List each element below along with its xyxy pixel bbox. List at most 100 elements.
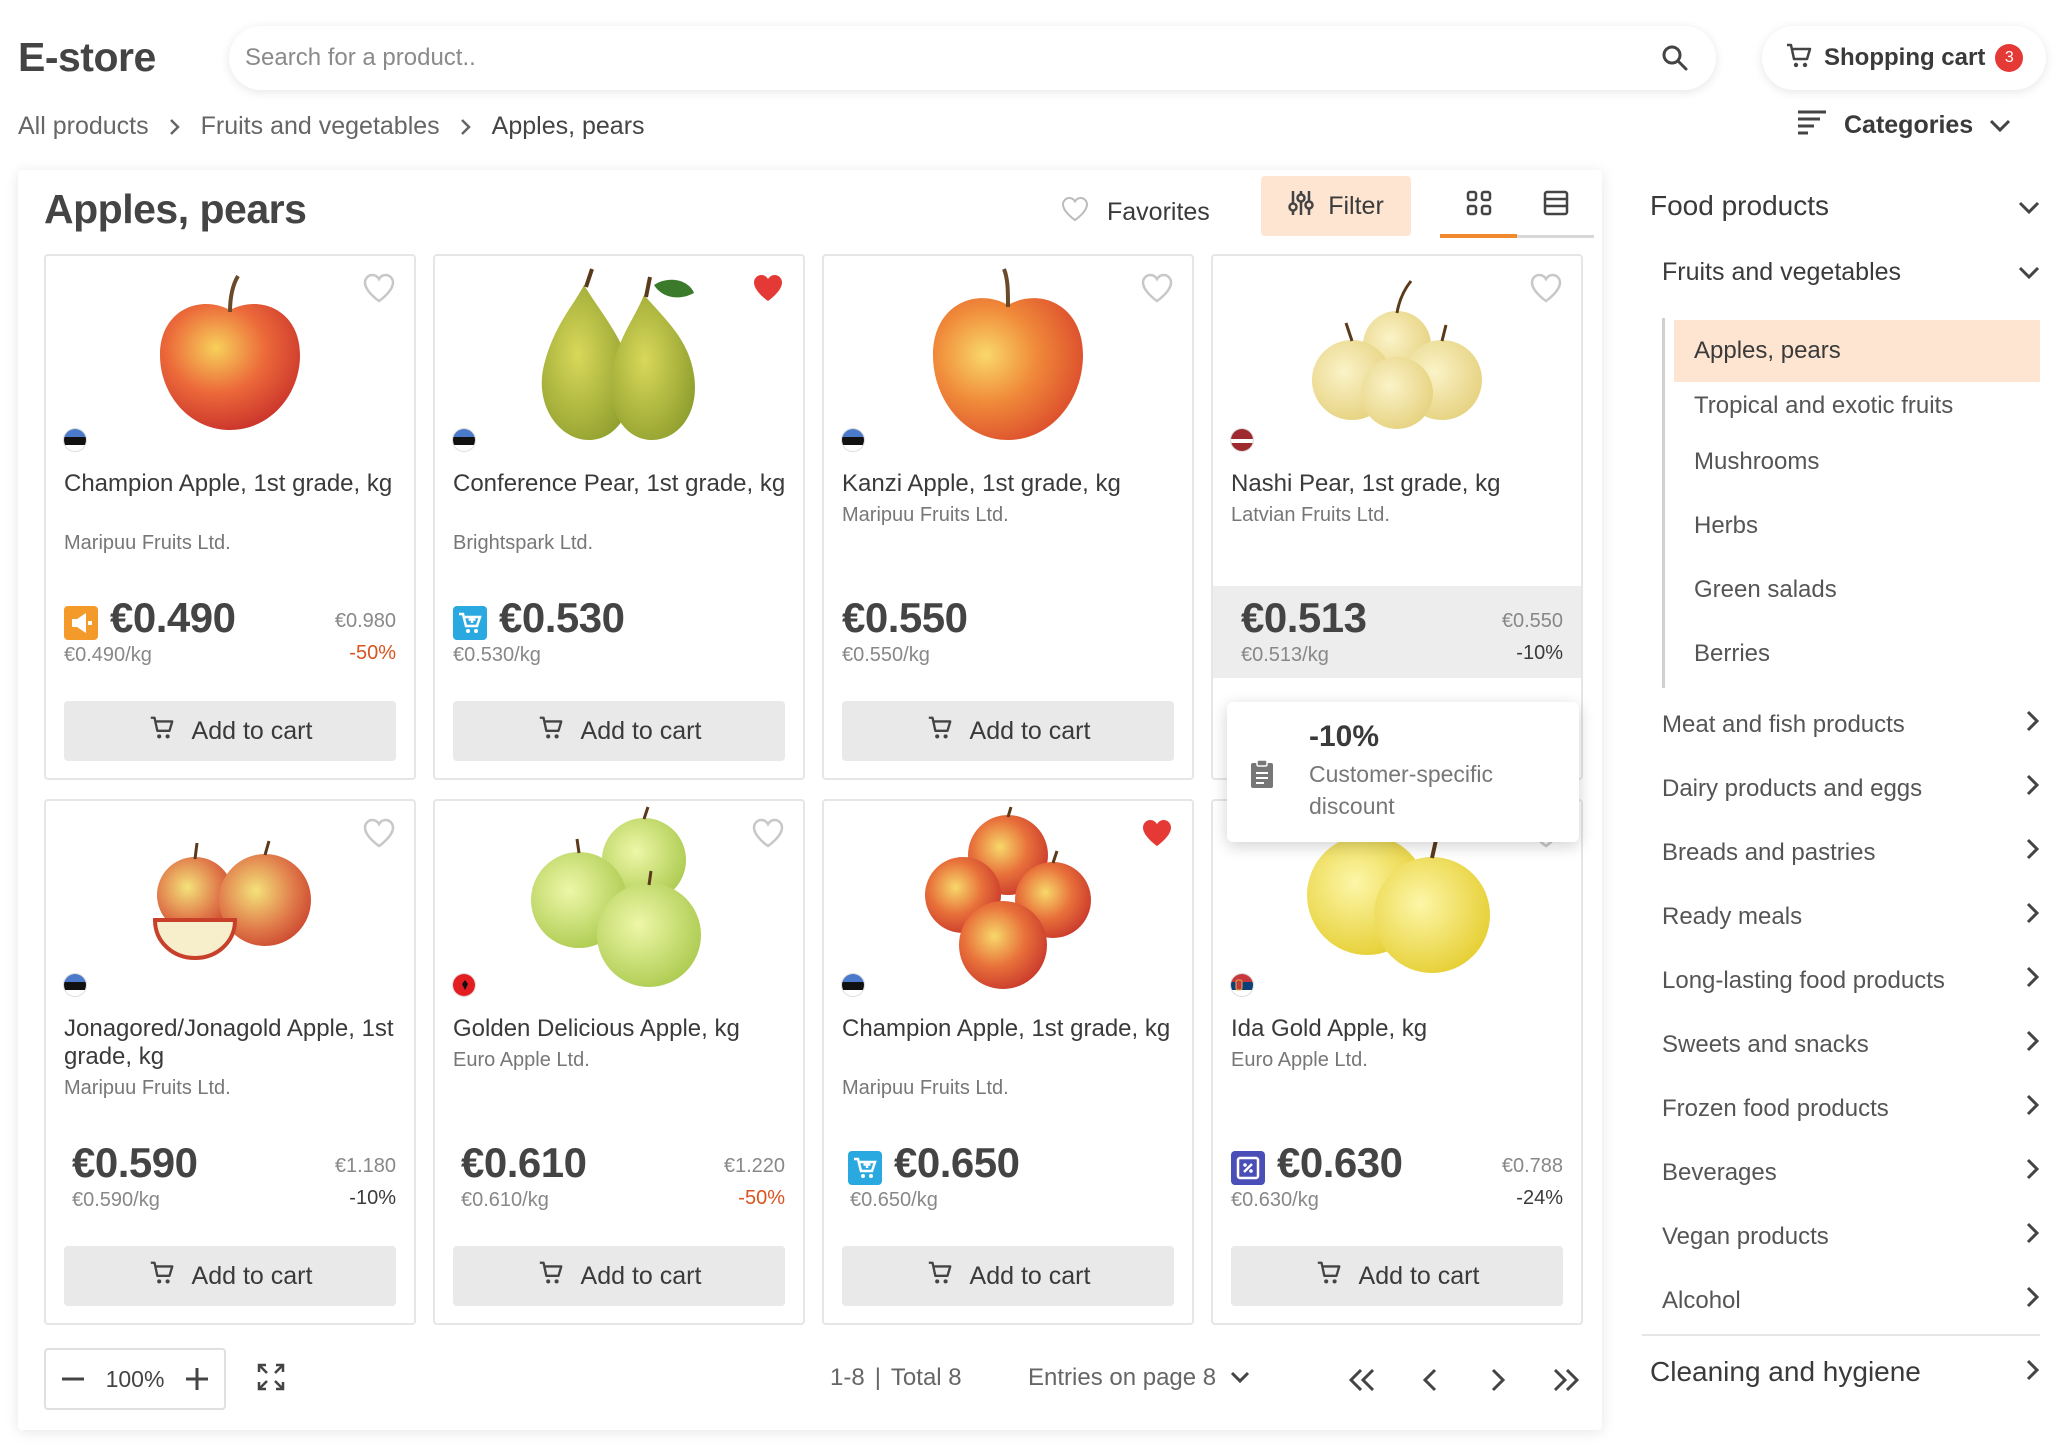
add-to-cart-button[interactable]: Add to cart xyxy=(453,1246,785,1306)
category-meat-fish[interactable]: Meat and fish products xyxy=(1662,710,2040,739)
category-frozen-food[interactable]: Frozen food products xyxy=(1662,1094,2040,1123)
category-label: Breads and pastries xyxy=(1662,838,1876,866)
flag-estonia-icon xyxy=(63,973,87,997)
discount-percent[interactable]: -10% xyxy=(1516,642,1563,665)
shopping-cart-button[interactable]: Shopping cart 3 xyxy=(1762,26,2046,90)
subcategory-mushrooms[interactable]: Mushrooms xyxy=(1674,431,2040,493)
product-supplier: Maripuu Fruits Ltd. xyxy=(64,532,231,554)
product-name[interactable]: Jonagored/Jonagold Apple, 1st grade, kg xyxy=(64,1015,404,1071)
product-price: €0.650 xyxy=(894,1139,1020,1186)
product-name[interactable]: Champion Apple, 1st grade, kg xyxy=(842,1015,1182,1043)
product-card[interactable]: Jonagored/Jonagold Apple, 1st grade, kg … xyxy=(44,799,416,1325)
grid-view-button[interactable] xyxy=(1440,176,1517,238)
add-to-cart-label: Add to cart xyxy=(969,1261,1091,1290)
product-price: €0.590 xyxy=(72,1139,198,1186)
product-name[interactable]: Champion Apple, 1st grade, kg xyxy=(64,470,404,498)
product-image xyxy=(435,806,803,989)
search-icon[interactable] xyxy=(1658,41,1692,75)
favorites-label: Favorites xyxy=(1107,197,1210,226)
price-row: €0.610 €1.220 €0.610/kg -50% xyxy=(435,1131,803,1223)
chevron-right-icon xyxy=(2026,710,2040,739)
category-label: Alcohol xyxy=(1662,1286,1741,1314)
product-card[interactable]: Champion Apple, 1st grade, kg Maripuu Fr… xyxy=(44,254,416,780)
category-beverages[interactable]: Beverages xyxy=(1662,1158,2040,1187)
product-supplier: Euro Apple Ltd. xyxy=(453,1049,590,1071)
product-image xyxy=(1213,266,1581,444)
add-to-cart-button[interactable]: Add to cart xyxy=(842,701,1174,761)
add-to-cart-label: Add to cart xyxy=(969,716,1091,745)
last-page-icon[interactable] xyxy=(1532,1360,1600,1400)
grid-icon xyxy=(1465,189,1493,222)
page-title: Apples, pears xyxy=(44,186,307,232)
subcategory-berries[interactable]: Berries xyxy=(1674,623,2040,685)
sidebar-divider xyxy=(1642,1334,2040,1336)
category-alcohol[interactable]: Alcohol xyxy=(1662,1286,2040,1315)
product-name[interactable]: Ida Gold Apple, kg xyxy=(1231,1015,1571,1043)
product-image xyxy=(46,811,414,989)
price-row: €0.550 €0.550/kg xyxy=(824,586,1192,678)
view-toggle xyxy=(1440,176,1594,238)
add-to-cart-label: Add to cart xyxy=(191,1261,313,1290)
product-card[interactable]: Kanzi Apple, 1st grade, kg Maripuu Fruit… xyxy=(822,254,1194,780)
search-bar xyxy=(229,26,1716,90)
next-page-icon[interactable] xyxy=(1464,1360,1532,1400)
add-to-cart-button[interactable]: Add to cart xyxy=(1231,1246,1563,1306)
store-logo[interactable]: E-store xyxy=(18,34,156,81)
clipboard-icon xyxy=(1249,758,1275,795)
unit-price: €0.590/kg xyxy=(72,1189,160,1211)
subcategory-apples-pears[interactable]: Apples, pears xyxy=(1674,320,2040,382)
product-card[interactable]: Champion Apple, 1st grade, kg Maripuu Fr… xyxy=(822,799,1194,1325)
product-name[interactable]: Golden Delicious Apple, kg xyxy=(453,1015,793,1043)
product-name[interactable]: Nashi Pear, 1st grade, kg xyxy=(1231,470,1571,498)
chevron-right-icon xyxy=(460,118,472,136)
product-card[interactable]: Golden Delicious Apple, kg Euro Apple Lt… xyxy=(433,799,805,1325)
category-breads-pastries[interactable]: Breads and pastries xyxy=(1662,838,2040,867)
cart-icon xyxy=(926,1259,954,1294)
previous-page-icon[interactable] xyxy=(1396,1360,1464,1400)
unit-price: €0.490/kg xyxy=(64,644,152,666)
cart-icon xyxy=(148,1259,176,1294)
add-to-cart-button[interactable]: Add to cart xyxy=(842,1246,1174,1306)
megaphone-promo-icon xyxy=(64,606,98,640)
add-to-cart-button[interactable]: Add to cart xyxy=(64,701,396,761)
category-ready-meals[interactable]: Ready meals xyxy=(1662,902,2040,931)
product-name[interactable]: Conference Pear, 1st grade, kg xyxy=(453,470,793,498)
flag-serbia-icon xyxy=(1230,973,1254,997)
breadcrumb-all-products[interactable]: All products xyxy=(18,112,149,141)
category-label: Fruits and vegetables xyxy=(1662,258,1902,286)
chevron-right-icon xyxy=(2026,1158,2040,1187)
filter-button[interactable]: Filter xyxy=(1261,176,1411,236)
categories-button[interactable]: Categories xyxy=(1796,108,2011,143)
cart-count-badge: 3 xyxy=(1995,44,2024,72)
zoom-in-button[interactable] xyxy=(184,1366,210,1392)
list-icon xyxy=(1542,189,1570,222)
price-row: €0.530 €0.530/kg xyxy=(435,586,803,678)
category-vegan[interactable]: Vegan products xyxy=(1662,1222,2040,1251)
category-sweets-snacks[interactable]: Sweets and snacks xyxy=(1662,1030,2040,1059)
add-to-cart-button[interactable]: Add to cart xyxy=(64,1246,396,1306)
flag-albania-icon xyxy=(452,973,476,997)
category-food-products[interactable]: Food products xyxy=(1650,190,2040,222)
subcategory-green-salads[interactable]: Green salads xyxy=(1674,559,2040,621)
subcategory-tropical-exotic[interactable]: Tropical and exotic fruits xyxy=(1674,375,2040,437)
category-long-lasting[interactable]: Long-lasting food products xyxy=(1662,966,2040,995)
fullscreen-icon[interactable] xyxy=(256,1362,286,1397)
subcategory-herbs[interactable]: Herbs xyxy=(1674,495,2040,557)
product-name[interactable]: Kanzi Apple, 1st grade, kg xyxy=(842,470,1182,498)
category-dairy-eggs[interactable]: Dairy products and eggs xyxy=(1662,774,2040,803)
first-page-icon[interactable] xyxy=(1328,1360,1396,1400)
search-input[interactable] xyxy=(245,44,1658,72)
product-price: €0.550 xyxy=(842,594,968,641)
category-label: Frozen food products xyxy=(1662,1094,1889,1122)
zoom-out-button[interactable] xyxy=(60,1366,86,1392)
entries-per-page-select[interactable]: Entries on page 8 xyxy=(1028,1364,1250,1392)
product-card[interactable]: Conference Pear, 1st grade, kg Brightspa… xyxy=(433,254,805,780)
list-view-button[interactable] xyxy=(1517,176,1594,238)
product-card[interactable]: Ida Gold Apple, kg Euro Apple Ltd. €0.63… xyxy=(1211,799,1583,1325)
favorites-button[interactable]: Favorites xyxy=(1061,182,1210,242)
category-cleaning-hygiene[interactable]: Cleaning and hygiene xyxy=(1650,1356,2040,1388)
add-to-cart-button[interactable]: Add to cart xyxy=(453,701,785,761)
category-fruits-vegetables[interactable]: Fruits and vegetables xyxy=(1662,258,2040,287)
breadcrumb-fruits-vegetables[interactable]: Fruits and vegetables xyxy=(201,112,440,141)
product-image xyxy=(435,266,803,444)
